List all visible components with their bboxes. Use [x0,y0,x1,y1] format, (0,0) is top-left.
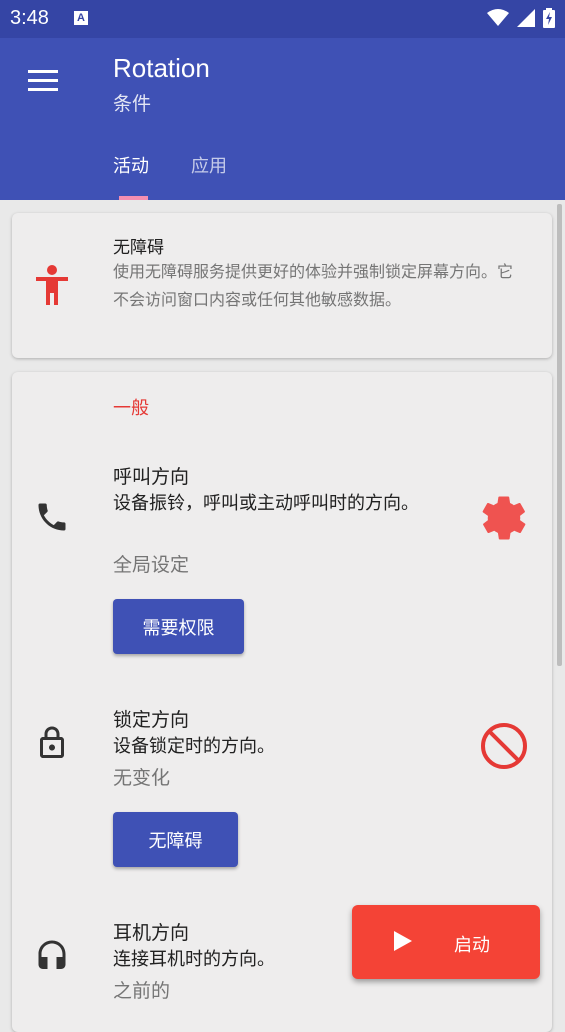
lock-orientation-value[interactable]: 无变化 [113,763,170,790]
block-icon[interactable] [478,720,530,772]
need-permission-button[interactable]: 需要权限 [113,599,244,654]
headset-orientation-title: 耳机方向 [113,922,190,944]
wifi-icon [487,9,509,26]
cell-signal-icon [517,9,535,27]
status-time: 3:48 [10,7,49,29]
call-orientation-description: 设备振铃，呼叫或主动呼叫时的方向。 [113,493,419,514]
headset-icon [38,940,66,969]
tab-apps[interactable]: 应用 [191,152,227,178]
menu-icon[interactable] [28,70,60,94]
scrollbar[interactable] [557,204,562,666]
accessibility-description: 使用无障碍服务提供更好的体验并强制锁定屏幕方向。它不会访问窗口内容或任何其他敏感… [113,262,514,309]
tab-indicator [119,196,148,200]
system-icons [487,8,555,28]
battery-icon [543,8,555,28]
tab-activity[interactable]: 活动 [113,152,149,178]
lock-orientation-title: 锁定方向 [113,709,190,731]
call-orientation-value[interactable]: 全局设定 [113,550,189,577]
phone-icon [38,503,66,531]
headset-orientation-value[interactable]: 之前的 [113,976,170,1003]
play-icon [394,931,412,951]
call-orientation-title: 呼叫方向 [113,466,190,488]
app-subtitle: 条件 [113,93,152,115]
app-bar: Rotation 条件 活动 应用 [0,38,565,200]
start-fab[interactable]: 启动 [352,905,540,979]
status-bar: 3:48 A [0,0,565,38]
start-label: 启动 [454,935,490,956]
settings-gear-icon[interactable] [478,492,530,544]
section-header-general: 一般 [113,398,149,419]
accessibility-button[interactable]: 无障碍 [113,812,238,867]
accessibility-icon [36,265,68,305]
lock-orientation-description: 设备锁定时的方向。 [113,736,275,757]
accessibility-card[interactable]: 无障碍 使用无障碍服务提供更好的体验并强制锁定屏幕方向。它不会访问窗口内容或任何… [12,213,552,358]
app-title: Rotation [113,53,210,83]
accessibility-title: 无障碍 [113,238,164,258]
lock-icon [40,726,64,758]
notification-a-icon: A [74,11,88,25]
